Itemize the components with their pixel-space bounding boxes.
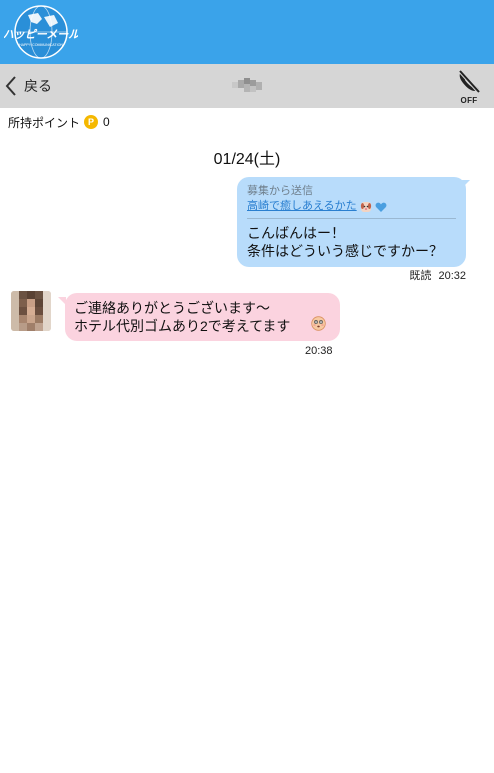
call-status-label: OFF	[460, 96, 478, 105]
nav-bar: 戻る OFF	[0, 64, 494, 108]
phone-off-icon	[458, 69, 481, 94]
partner-avatar[interactable]	[11, 291, 51, 331]
incoming-message-bubble: ご連絡ありがとうございます〜 ホテル代別ゴムあり2で考えてます	[65, 293, 340, 341]
partner-name-pixelated	[232, 78, 262, 92]
chat-date: 01/24(土)	[213, 151, 281, 168]
flushed-face-emoji-icon	[311, 316, 326, 331]
outgoing-message-time: 20:32	[438, 270, 466, 282]
incoming-message-text: ご連絡ありがとうございます〜 ホテル代別ゴムあり2で考えてます	[74, 300, 291, 334]
points-value: 0	[103, 115, 110, 129]
points-coin-icon: P	[84, 115, 99, 129]
incoming-message-time: 20:38	[305, 345, 333, 357]
blue-heart-emoji-icon	[375, 202, 387, 212]
dog-face-emoji-icon	[360, 201, 371, 212]
app-header: ハッピーメール HAPPY COMMUNICATION	[0, 0, 494, 64]
logo-text: ハッピーメール	[4, 28, 78, 41]
chevron-left-icon	[5, 76, 16, 96]
outgoing-message-bubble: 募集から送信 高崎で癒しあえるかた こんばんはー！ 条件はどういう感じですかー？	[237, 177, 466, 267]
points-display: 所持ポイント P 0	[8, 114, 110, 130]
read-status: 既読	[409, 270, 432, 282]
sent-from-board-label: 募集から送信	[247, 185, 313, 197]
message-divider	[247, 218, 456, 219]
outgoing-message-text: こんばんはー！ 条件はどういう感じですかー？	[247, 225, 443, 259]
board-post-link[interactable]: 高崎で癒しあえるかた	[247, 199, 456, 214]
call-toggle[interactable]: OFF	[454, 68, 484, 106]
happymail-logo[interactable]: ハッピーメール HAPPY COMMUNICATION	[4, 5, 78, 61]
points-label: 所持ポイント	[8, 115, 81, 130]
board-post-title: 高崎で癒しあえるかた	[247, 200, 357, 212]
back-button[interactable]: 戻る	[4, 64, 52, 108]
logo-subtext: HAPPY COMMUNICATION	[19, 43, 63, 47]
back-label: 戻る	[24, 78, 52, 94]
outgoing-message-meta: 既読 20:32	[405, 267, 466, 283]
